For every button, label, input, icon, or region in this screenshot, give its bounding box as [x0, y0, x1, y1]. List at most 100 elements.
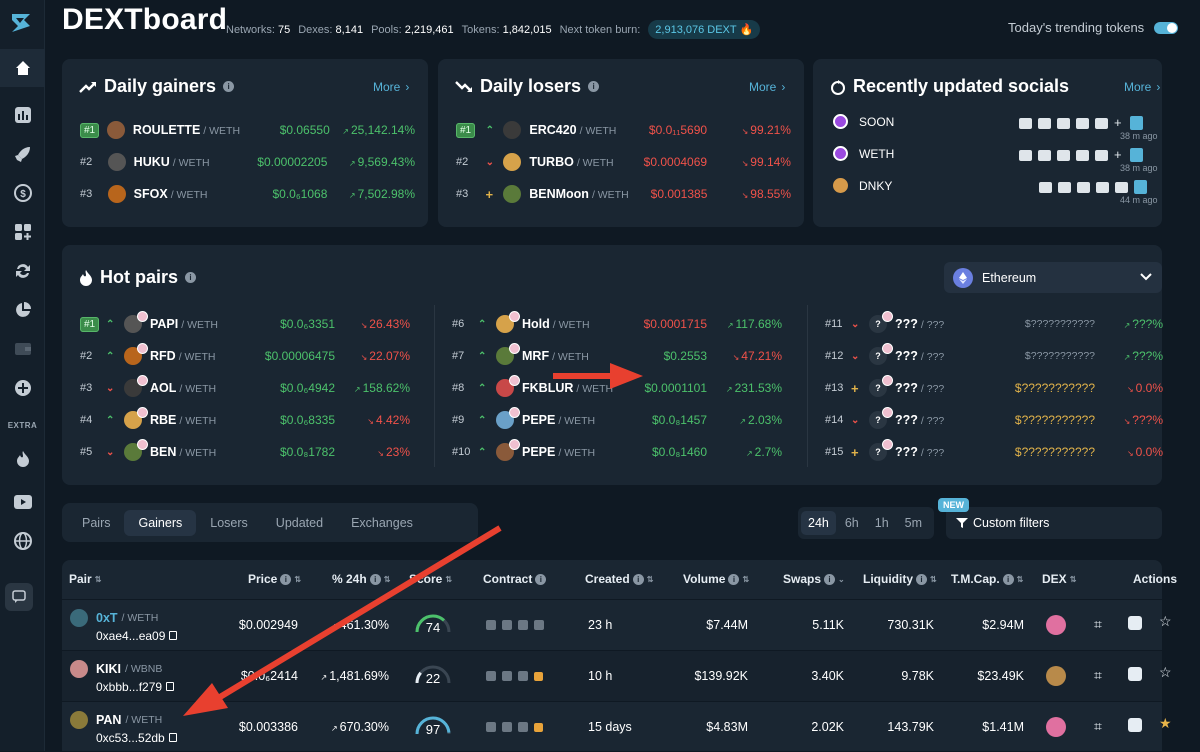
feedback-chat-icon[interactable] — [5, 583, 33, 611]
gainers-more-link[interactable]: More › — [373, 80, 409, 94]
website-icon[interactable] — [1019, 149, 1032, 161]
star-icon[interactable]: ★ — [1159, 715, 1172, 732]
pair-cell[interactable]: 0xT / WETH 0xae4...ea09 — [70, 609, 230, 643]
hot-pair-row[interactable]: #10 ⌃ PEPE / WETH $0.0₈1460 ↗ 2.7% — [452, 439, 792, 462]
website-icon[interactable] — [1019, 117, 1032, 129]
dex-logo-icon[interactable] — [1046, 717, 1066, 737]
column-header[interactable]: % 24h i ⇅ — [332, 572, 390, 586]
pair-cell[interactable]: PAN / WETH 0xc53...52db — [70, 711, 230, 745]
network-select[interactable]: Ethereum — [944, 262, 1162, 293]
hot-pair-row[interactable]: #1 ⌃ PAPI / WETH $0.0₆3351 ↘ 26.43% — [80, 311, 418, 334]
dextools-icon[interactable] — [1130, 116, 1143, 130]
plus-icon[interactable]: + — [1114, 148, 1124, 161]
telegram-icon[interactable] — [1057, 117, 1070, 129]
hot-pair-row[interactable]: #3 ⌄ AOL / WETH $0.0₆4942 ↗ 158.62% — [80, 375, 418, 398]
loser-row[interactable]: #3 + BENMoon / WETH $0.001385 ↘ 98.55% — [456, 184, 791, 204]
fire-icon[interactable] — [0, 440, 45, 478]
hot-pair-row[interactable]: #13 +???? / ??? $??????????? ↘ 0.0% — [825, 375, 1165, 398]
social-row[interactable]: SOON — [833, 114, 894, 129]
discord-icon[interactable] — [1095, 117, 1108, 129]
column-header[interactable]: Score ⇅ — [409, 572, 452, 586]
custom-filters-button[interactable]: Custom filters — [946, 507, 1162, 539]
rocket-icon[interactable] — [0, 135, 45, 173]
chart-icon[interactable] — [0, 96, 45, 134]
hot-pair-row[interactable]: #2 ⌃ RFD / WETH $0.00006475 ↘ 22.07% — [80, 343, 418, 366]
globe-icon[interactable] — [0, 522, 45, 560]
socials-more-link[interactable]: More › — [1124, 80, 1160, 94]
gainer-row[interactable]: #2 HUKU / WETH $0.00002205 ↗ 9,569.43% — [80, 152, 415, 172]
hot-pair-row[interactable]: #5 ⌄ BEN / WETH $0.0₈1782 ↘ 23% — [80, 439, 418, 462]
tab-updated[interactable]: Updated — [262, 510, 337, 536]
dollar-icon[interactable]: $ — [0, 174, 45, 212]
info-icon[interactable]: i — [223, 81, 235, 92]
column-header[interactable]: Actions — [1133, 572, 1177, 586]
hot-pair-row[interactable]: #14 ⌄???? / ??? $??????????? ↘???% — [825, 407, 1165, 430]
table-row[interactable]: PAN / WETH 0xc53...52db $0.003386 ↗ 670.30% 97… — [62, 701, 1172, 752]
discord-icon[interactable] — [1095, 149, 1108, 161]
info-icon[interactable]: i — [185, 272, 197, 283]
timeframe-5m[interactable]: 5m — [898, 511, 929, 535]
loser-row[interactable]: #1 ⌃ ERC420/ WETH $0.0₁₁5690 ↘ 99.21% — [456, 120, 791, 140]
home-icon[interactable] — [0, 49, 45, 87]
telegram-icon[interactable] — [1057, 149, 1070, 161]
dex-logo-icon[interactable] — [1046, 615, 1066, 635]
losers-more-link[interactable]: More › — [749, 80, 785, 94]
column-header[interactable]: DEX ⇅ — [1042, 572, 1076, 586]
copy-icon[interactable] — [169, 631, 178, 640]
wallet-icon[interactable] — [0, 330, 45, 368]
chart-icon[interactable] — [1128, 667, 1142, 681]
add-icon[interactable] — [0, 369, 45, 407]
column-header[interactable]: Pair ⇅ — [69, 572, 101, 586]
table-row[interactable]: 0xT / WETH 0xae4...ea09 $0.002949 ↗ 461.30% 74… — [62, 599, 1172, 650]
timeframe-24h[interactable]: 24h — [801, 511, 836, 535]
dextools-logo-icon[interactable] — [4, 6, 38, 40]
star-icon[interactable]: ☆ — [1159, 664, 1172, 681]
hot-pair-row[interactable]: #4 ⌃ RBE / WETH $0.0₆8335 ↘ 4.42% — [80, 407, 418, 430]
hot-pair-row[interactable]: #8 ⌃ FKBLUR / WETH $0.0001101 ↗ 231.53% — [452, 375, 792, 398]
column-header[interactable]: Volume i ⇅ — [683, 572, 749, 586]
hot-pair-row[interactable]: #12 ⌄???? / ??? $??????????? ↗???% — [825, 343, 1165, 366]
email-icon[interactable] — [1058, 181, 1071, 193]
info-icon[interactable]: i — [588, 81, 600, 92]
plus-icon[interactable]: + — [1114, 116, 1124, 129]
hot-pair-row[interactable]: #11 ⌄???? / ??? $??????????? ↗???% — [825, 311, 1165, 334]
email-icon[interactable] — [1038, 149, 1051, 161]
binoculars-icon[interactable]: ⌗ — [1094, 667, 1102, 684]
email-icon[interactable] — [1038, 117, 1051, 129]
chart-icon[interactable] — [1128, 616, 1142, 630]
tab-losers[interactable]: Losers — [196, 510, 262, 536]
social-row[interactable]: DNKY — [833, 178, 892, 193]
dextools-icon[interactable] — [1130, 148, 1143, 162]
timeframe-1h[interactable]: 1h — [868, 511, 896, 535]
column-header[interactable]: Liquidity i ⇅ — [863, 572, 937, 586]
apps-icon[interactable] — [0, 213, 45, 251]
chart-icon[interactable] — [1128, 718, 1142, 732]
loser-row[interactable]: #2 ⌄ TURBO / WETH $0.0004069 ↘ 99.14% — [456, 152, 791, 172]
swap-icon[interactable] — [0, 252, 45, 290]
column-header[interactable]: Created i ⇅ — [585, 572, 653, 586]
hot-pair-row[interactable]: #15 +???? / ??? $??????????? ↘ 0.0% — [825, 439, 1165, 462]
website-icon[interactable] — [1039, 181, 1052, 193]
column-header[interactable]: Swaps i ⌄ — [783, 572, 845, 586]
social-row[interactable]: WETH — [833, 146, 894, 161]
pie-chart-icon[interactable] — [0, 291, 45, 329]
column-header[interactable]: Price i ⇅ — [248, 572, 301, 586]
column-header[interactable]: T.M.Cap. i ⇅ — [951, 572, 1023, 586]
copy-icon[interactable] — [168, 733, 177, 742]
gainer-row[interactable]: #1 ROULETTE / WETH $0.06550 ↗ 25,142.14% — [80, 120, 415, 140]
video-icon[interactable] — [0, 483, 45, 521]
binoculars-icon[interactable]: ⌗ — [1094, 718, 1102, 735]
twitter-icon[interactable] — [1076, 149, 1089, 161]
dextools-icon[interactable] — [1134, 180, 1147, 194]
table-row[interactable]: KIKI / WBNB 0xbbb...f279 $0.0₆2414 ↗ 1,481.69… — [62, 650, 1172, 701]
twitter-icon[interactable] — [1096, 181, 1109, 193]
discord-icon[interactable] — [1115, 181, 1128, 193]
binoculars-icon[interactable]: ⌗ — [1094, 616, 1102, 633]
hot-pair-row[interactable]: #6 ⌃ Hold / WETH $0.0001715 ↗ 117.68% — [452, 311, 792, 334]
copy-icon[interactable] — [166, 682, 175, 691]
trending-toggle[interactable] — [1154, 21, 1179, 34]
column-header[interactable]: Contract i — [483, 572, 547, 586]
tab-gainers[interactable]: Gainers — [124, 509, 197, 536]
telegram-icon[interactable] — [1077, 181, 1090, 193]
dex-logo-icon[interactable] — [1046, 666, 1066, 686]
